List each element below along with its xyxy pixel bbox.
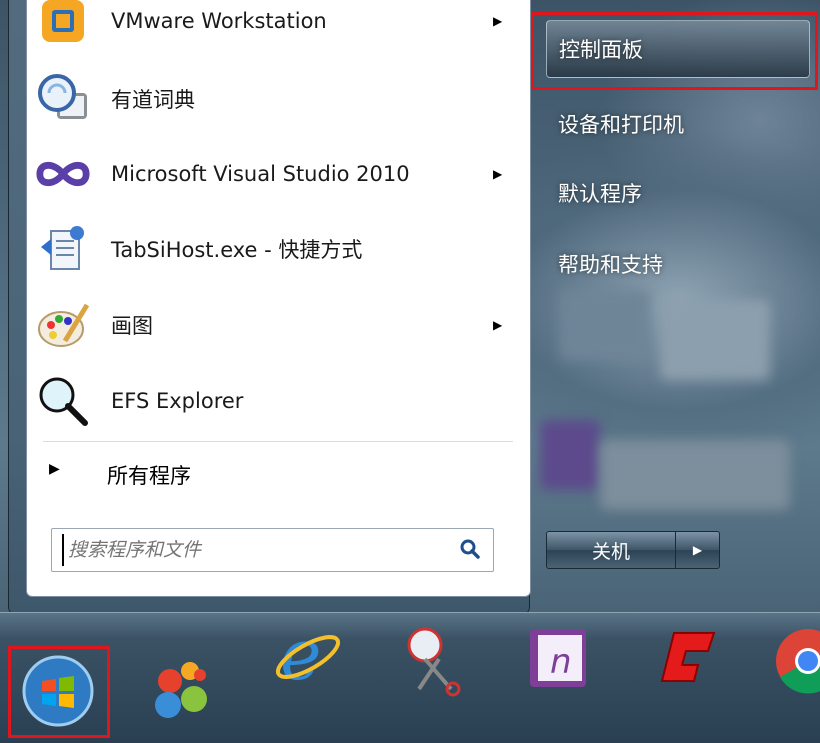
search-box[interactable]: [51, 528, 494, 572]
program-label: Microsoft Visual Studio 2010: [111, 162, 410, 186]
right-item-label: 设备和打印机: [558, 113, 684, 137]
search-input[interactable]: [62, 534, 450, 566]
chevron-right-icon: ▶: [692, 543, 703, 557]
chrome-icon[interactable]: [768, 621, 820, 701]
highlight-box-control-panel: [531, 12, 818, 90]
shutdown-label: 关机: [591, 540, 630, 563]
submenu-arrow-icon: ▶: [493, 318, 503, 332]
visual-studio-icon: [35, 146, 91, 202]
help-and-support-item[interactable]: 帮助和支持: [546, 238, 810, 290]
paint-icon: [35, 297, 91, 353]
magnifier-icon: [35, 373, 91, 429]
svg-text:n: n: [550, 642, 572, 682]
shutdown-control: 关机 ▶: [546, 531, 722, 569]
taskbar: e n: [0, 612, 820, 743]
red-app-icon[interactable]: [648, 621, 728, 701]
start-menu-programs-panel: VMware Workstation ▶ 有道词典 Microsoft Visu…: [26, 0, 531, 597]
blurred-window: [540, 420, 600, 490]
highlight-box-start-button: [8, 646, 110, 738]
submenu-arrow-icon: ▶: [493, 14, 503, 28]
program-item-youdao[interactable]: 有道词典: [27, 66, 530, 132]
submenu-arrow-icon: ▶: [493, 167, 503, 181]
devices-and-printers-item[interactable]: 设备和打印机: [546, 98, 810, 150]
program-label: EFS Explorer: [111, 389, 244, 413]
blurred-window: [560, 290, 650, 360]
program-item-visual-studio[interactable]: Microsoft Visual Studio 2010 ▶: [27, 141, 530, 207]
program-label: 画图: [111, 314, 153, 338]
program-label: VMware Workstation: [111, 9, 327, 33]
program-item-tabsihost[interactable]: TabSiHost.exe - 快捷方式: [27, 216, 530, 282]
internet-explorer-icon[interactable]: e: [268, 614, 348, 697]
youdao-dictionary-icon: [35, 71, 91, 127]
expand-arrow-icon: ▶: [49, 461, 60, 477]
program-item-efs-explorer[interactable]: EFS Explorer: [27, 368, 530, 434]
app-launcher-icon[interactable]: [142, 649, 222, 729]
default-programs-item[interactable]: 默认程序: [546, 167, 810, 219]
right-item-label: 默认程序: [558, 182, 642, 206]
program-item-paint[interactable]: 画图 ▶: [27, 292, 530, 358]
blurred-window: [600, 440, 790, 510]
blurred-window: [660, 300, 770, 380]
program-item-vmware[interactable]: VMware Workstation ▶: [27, 0, 530, 54]
onenote-icon[interactable]: n: [520, 621, 600, 701]
program-label: 有道词典: [111, 88, 195, 112]
search-icon[interactable]: [457, 536, 483, 562]
menu-separator: [43, 441, 513, 442]
tabsihost-icon: [35, 221, 91, 277]
all-programs-button[interactable]: ▶ 所有程序: [37, 452, 517, 492]
all-programs-label: 所有程序: [107, 464, 191, 488]
shutdown-button[interactable]: 关机: [546, 531, 676, 569]
program-label: TabSiHost.exe - 快捷方式: [111, 238, 363, 262]
shutdown-options-button[interactable]: ▶: [676, 531, 720, 569]
right-item-label: 帮助和支持: [558, 253, 663, 277]
snipping-tool-icon[interactable]: [395, 619, 475, 699]
vmware-icon: [35, 0, 91, 49]
